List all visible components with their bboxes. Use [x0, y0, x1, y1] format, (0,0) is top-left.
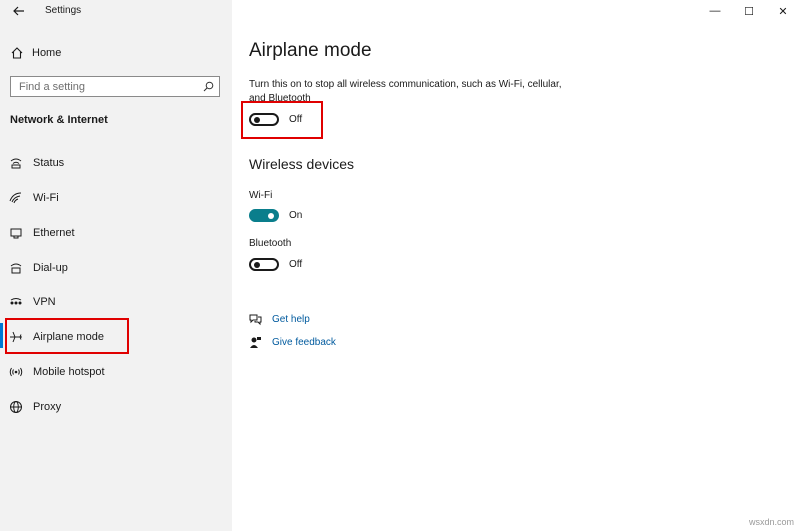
highlight-box-airplane-toggle: [241, 101, 323, 139]
home-label: Home: [32, 47, 62, 59]
dialup-icon: [8, 260, 24, 276]
home-nav-item[interactable]: Home: [10, 44, 61, 62]
toggle-knob: [268, 212, 274, 219]
app-title: Settings: [45, 5, 82, 16]
wifi-icon: [8, 190, 24, 206]
wifi-toggle-row: On: [249, 209, 302, 222]
sidebar-item-label: Status: [33, 157, 65, 169]
status-icon: [8, 155, 24, 171]
sidebar-item-label: Proxy: [33, 401, 62, 413]
sidebar: Settings Home Network & Internet Status …: [0, 0, 232, 531]
sidebar-item-proxy[interactable]: Proxy: [8, 394, 232, 420]
wifi-toggle[interactable]: [249, 209, 279, 222]
wifi-label: Wi-Fi: [249, 190, 273, 201]
get-help-link[interactable]: Get help: [272, 314, 310, 325]
sidebar-item-mobile-hotspot[interactable]: Mobile hotspot: [8, 359, 232, 385]
back-arrow-icon[interactable]: [12, 4, 26, 18]
feedback-person-icon: [250, 337, 261, 348]
search-input[interactable]: [11, 77, 199, 96]
sidebar-item-status[interactable]: Status: [8, 150, 232, 176]
sidebar-item-wifi[interactable]: Wi-Fi: [8, 185, 232, 211]
toggle-knob: [254, 261, 260, 268]
sidebar-item-label: Dial-up: [33, 262, 68, 274]
selected-indicator: [0, 323, 3, 348]
help-chat-icon: [249, 314, 262, 326]
bluetooth-toggle[interactable]: [249, 258, 279, 271]
sidebar-item-label: VPN: [33, 296, 56, 308]
highlight-box-airplane-nav: [5, 318, 129, 354]
sidebar-item-dialup[interactable]: Dial-up: [8, 255, 232, 281]
ethernet-icon: [8, 225, 24, 241]
watermark: wsxdn.com: [748, 517, 794, 527]
sidebar-item-vpn[interactable]: VPN: [8, 289, 232, 315]
vpn-icon: [8, 294, 24, 310]
home-icon: [11, 47, 23, 59]
bluetooth-toggle-state: Off: [289, 259, 303, 270]
titlebar: Settings: [0, 0, 232, 22]
wifi-toggle-state: On: [289, 210, 303, 221]
sidebar-item-ethernet[interactable]: Ethernet: [8, 220, 232, 246]
wireless-devices-heading: Wireless devices: [249, 156, 355, 172]
page-title: Airplane mode: [249, 40, 372, 61]
search-box[interactable]: [10, 76, 220, 97]
section-title: Network & Internet: [10, 114, 108, 126]
hotspot-icon: [8, 364, 24, 380]
sidebar-item-label: Ethernet: [33, 227, 75, 239]
sidebar-item-label: Mobile hotspot: [33, 366, 105, 378]
globe-icon: [8, 399, 24, 415]
search-icon[interactable]: [203, 81, 214, 92]
main-content: Airplane mode Turn this on to stop all w…: [232, 0, 800, 531]
bluetooth-label: Bluetooth: [249, 238, 292, 249]
get-help-row[interactable]: Get help: [249, 313, 310, 326]
sidebar-item-label: Wi-Fi: [33, 192, 59, 204]
give-feedback-row[interactable]: Give feedback: [249, 336, 336, 349]
give-feedback-link[interactable]: Give feedback: [272, 337, 336, 348]
bluetooth-toggle-row: Off: [249, 258, 302, 271]
